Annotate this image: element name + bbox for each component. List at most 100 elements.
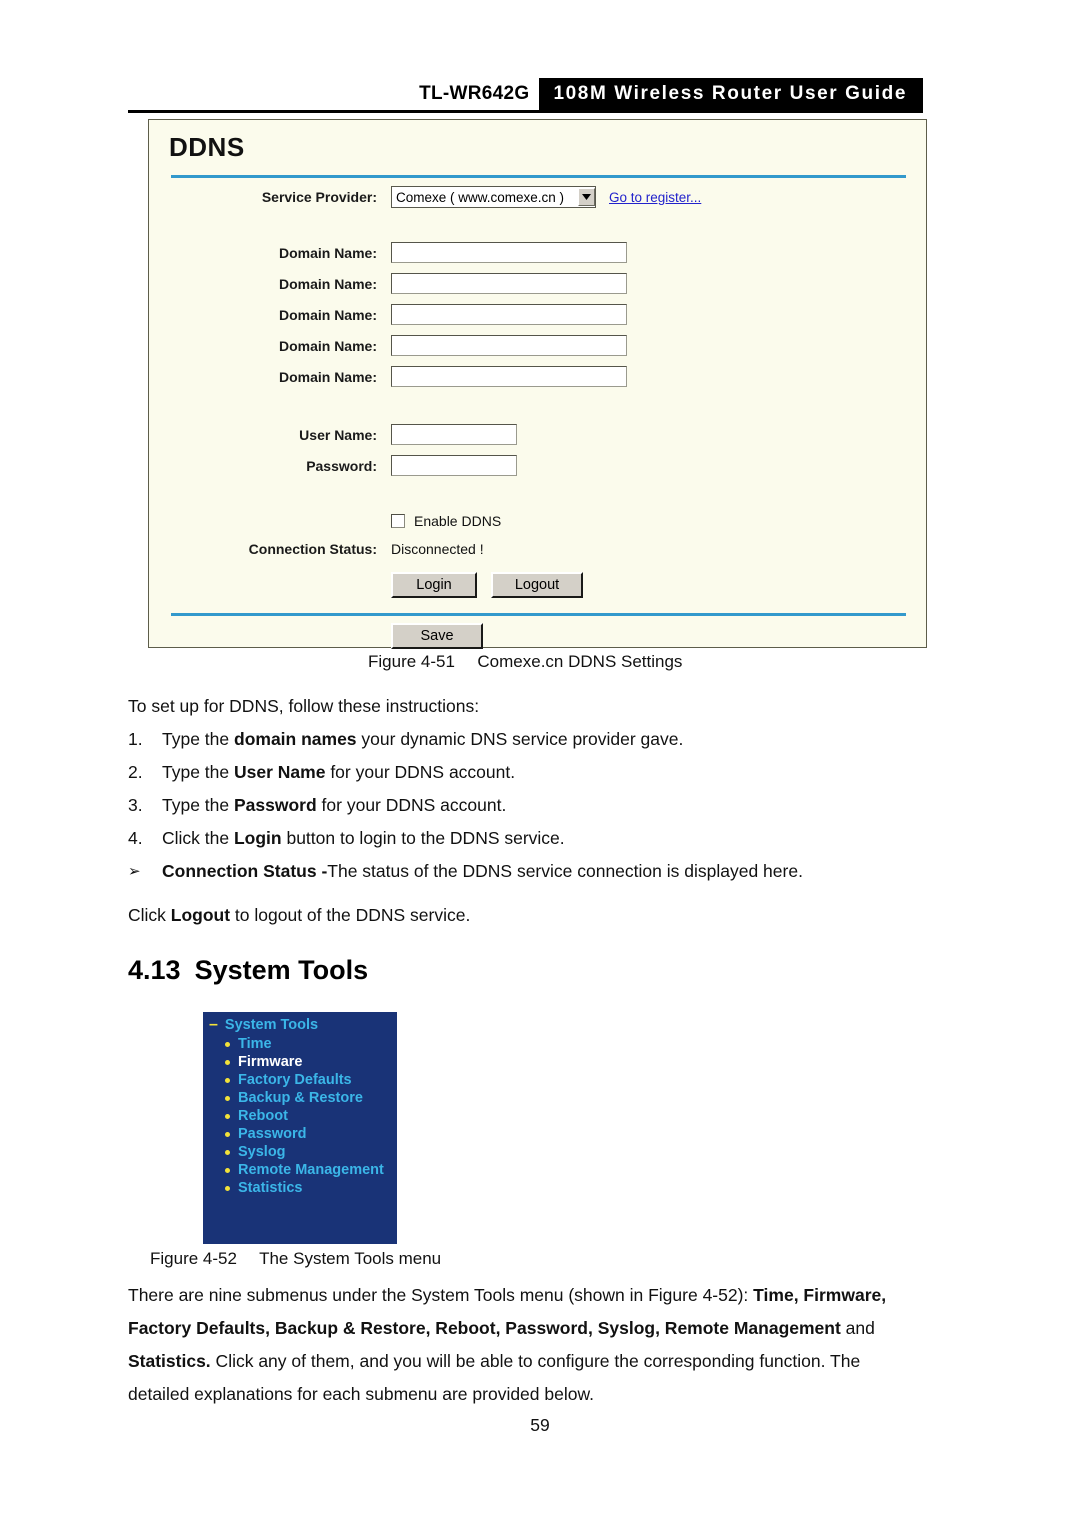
section-title: System Tools [194, 955, 369, 985]
instruction-marker-1: 1. [128, 729, 143, 749]
menu-item-statistics[interactable]: Statistics [203, 1179, 397, 1197]
closing-paragraph-line-4: detailed explanations for each submenu a… [128, 1384, 595, 1404]
menu-item-syslog[interactable]: Syslog [203, 1143, 397, 1161]
menu-item-time[interactable]: Time [203, 1035, 397, 1053]
user-name-label: User Name: [299, 426, 377, 443]
closing-paragraph-line-2: Factory Defaults, Backup & Restore, Rebo… [128, 1318, 875, 1338]
domain-name-label-3: Domain Name: [278, 306, 377, 323]
menu-item-label: Statistics [238, 1180, 303, 1196]
bullet-icon [225, 1149, 230, 1155]
enable-ddns-row: Enable DDNS [193, 513, 501, 529]
connection-status-value: Disconnected ! [391, 541, 484, 557]
instruction-marker-3: 3. [128, 795, 143, 815]
password-label: Password: [306, 457, 377, 474]
instruction-marker-2: 2. [128, 762, 143, 782]
instruction-item-4: 4. Click the Login button to login to th… [128, 822, 565, 855]
instruction-text-2: Type the User Name for your DDNS account… [162, 762, 516, 782]
bullet-icon [225, 1041, 230, 1047]
connection-status-row: Connection Status: Disconnected ! [193, 541, 484, 557]
bullet-icon [225, 1113, 230, 1119]
panel-bottom-divider [171, 613, 906, 616]
menu-item-backup-restore[interactable]: Backup & Restore [203, 1089, 397, 1107]
domain-name-label-2: Domain Name: [278, 275, 377, 292]
logout-button[interactable]: Logout [491, 572, 583, 598]
domain-name-label-1: Domain Name: [278, 244, 377, 261]
password-input[interactable] [391, 455, 517, 476]
domain-name-row-1: Domain Name: [193, 242, 627, 263]
connection-status-label: Connection Status: [248, 541, 377, 557]
save-button[interactable]: Save [391, 623, 483, 649]
login-button[interactable]: Login [391, 572, 477, 598]
figure-52-title: The System Tools menu [259, 1249, 442, 1268]
figure-52-number: Figure 4-52 [150, 1249, 237, 1268]
menu-item-label: Remote Management [238, 1162, 384, 1178]
menu-item-reboot[interactable]: Reboot [203, 1107, 397, 1125]
go-to-register-link[interactable]: Go to register... [609, 190, 701, 205]
header-divider [128, 110, 923, 113]
page-number: 59 [530, 1415, 550, 1435]
logout-instruction: Click Logout to logout of the DDNS servi… [128, 905, 471, 925]
collapse-minus-icon[interactable]: – [209, 1017, 218, 1033]
menu-item-label: Password [238, 1126, 307, 1142]
instruction-item-1: 1. Type the domain names your dynamic DN… [128, 723, 683, 756]
menu-item-password[interactable]: Password [203, 1125, 397, 1143]
instruction-item-connection-status: ➢ Connection Status -The status of the D… [128, 855, 803, 888]
domain-name-input-4[interactable] [391, 335, 627, 356]
menu-item-remote-management[interactable]: Remote Management [203, 1161, 397, 1179]
instruction-item-3: 3. Type the Password for your DDNS accou… [128, 789, 506, 822]
system-tools-menu-header-label: System Tools [224, 1017, 319, 1033]
bullet-icon [225, 1095, 230, 1101]
domain-name-row-5: Domain Name: [193, 366, 627, 387]
chevron-down-icon[interactable] [578, 188, 595, 206]
bullet-icon [225, 1185, 230, 1191]
figure-52-reference: Figure 4-52 [648, 1285, 738, 1305]
password-row: Password: [193, 455, 517, 476]
system-tools-menu-header[interactable]: – System Tools [203, 1012, 397, 1035]
section-heading: 4.13 System Tools [128, 955, 368, 986]
figure-51-title: Comexe.cn DDNS Settings [477, 652, 683, 671]
enable-ddns-label: Enable DDNS [414, 513, 502, 529]
figure-51-number: Figure 4-51 [368, 652, 455, 671]
service-provider-selected-value: Comexe ( www.comexe.cn ) [396, 189, 565, 205]
menu-item-label: Factory Defaults [238, 1072, 352, 1088]
domain-name-row-3: Domain Name: [193, 304, 627, 325]
domain-name-label-5: Domain Name: [278, 368, 377, 385]
instruction-text-connection-status: Connection Status -The status of the DDN… [162, 861, 803, 881]
instruction-item-2: 2. Type the User Name for your DDNS acco… [128, 756, 515, 789]
user-name-row: User Name: [193, 424, 517, 445]
instruction-text-3: Type the Password for your DDNS account. [162, 795, 507, 815]
enable-ddns-control[interactable]: Enable DDNS [391, 513, 501, 529]
domain-name-input-3[interactable] [391, 304, 627, 325]
domain-name-input-1[interactable] [391, 242, 627, 263]
domain-name-input-2[interactable] [391, 273, 627, 294]
figure-51-caption: Figure 4-51 Comexe.cn DDNS Settings [368, 652, 682, 672]
enable-ddns-checkbox[interactable] [391, 514, 405, 528]
bullet-arrow-icon: ➢ [128, 863, 141, 880]
service-provider-label: Service Provider: [261, 189, 377, 205]
panel-top-divider [171, 175, 906, 178]
menu-item-label: Syslog [238, 1144, 286, 1160]
user-name-input[interactable] [391, 424, 517, 445]
save-row: Save [193, 623, 483, 649]
service-provider-row: Service Provider: Comexe ( www.comexe.cn… [193, 186, 701, 208]
bullet-icon [225, 1059, 230, 1065]
running-header: TL-WR642G 108M Wireless Router User Guid… [128, 78, 923, 110]
instructions-intro: To set up for DDNS, follow these instruc… [128, 696, 480, 716]
menu-item-factory-defaults[interactable]: Factory Defaults [203, 1071, 397, 1089]
menu-item-label: Backup & Restore [238, 1090, 363, 1106]
domain-name-row-2: Domain Name: [193, 273, 627, 294]
menu-item-firmware[interactable]: Firmware [203, 1053, 397, 1071]
header-banner-title: 108M Wireless Router User Guide [539, 78, 923, 110]
section-number: 4.13 [128, 955, 181, 985]
domain-name-label-4: Domain Name: [278, 337, 377, 354]
domain-name-input-5[interactable] [391, 366, 627, 387]
service-provider-select[interactable]: Comexe ( www.comexe.cn ) [391, 186, 596, 208]
instruction-text-4: Click the Login button to login to the D… [162, 828, 565, 848]
figure-52-caption: Figure 4-52 The System Tools menu [150, 1249, 441, 1269]
menu-item-label: Time [238, 1036, 272, 1052]
closing-paragraph-line-3: Statistics. Click any of them, and you w… [128, 1351, 861, 1371]
header-model-name: TL-WR642G [419, 83, 530, 104]
panel-title: DDNS [169, 132, 245, 162]
login-logout-row: Login Logout [193, 572, 583, 598]
bullet-icon [225, 1167, 230, 1173]
